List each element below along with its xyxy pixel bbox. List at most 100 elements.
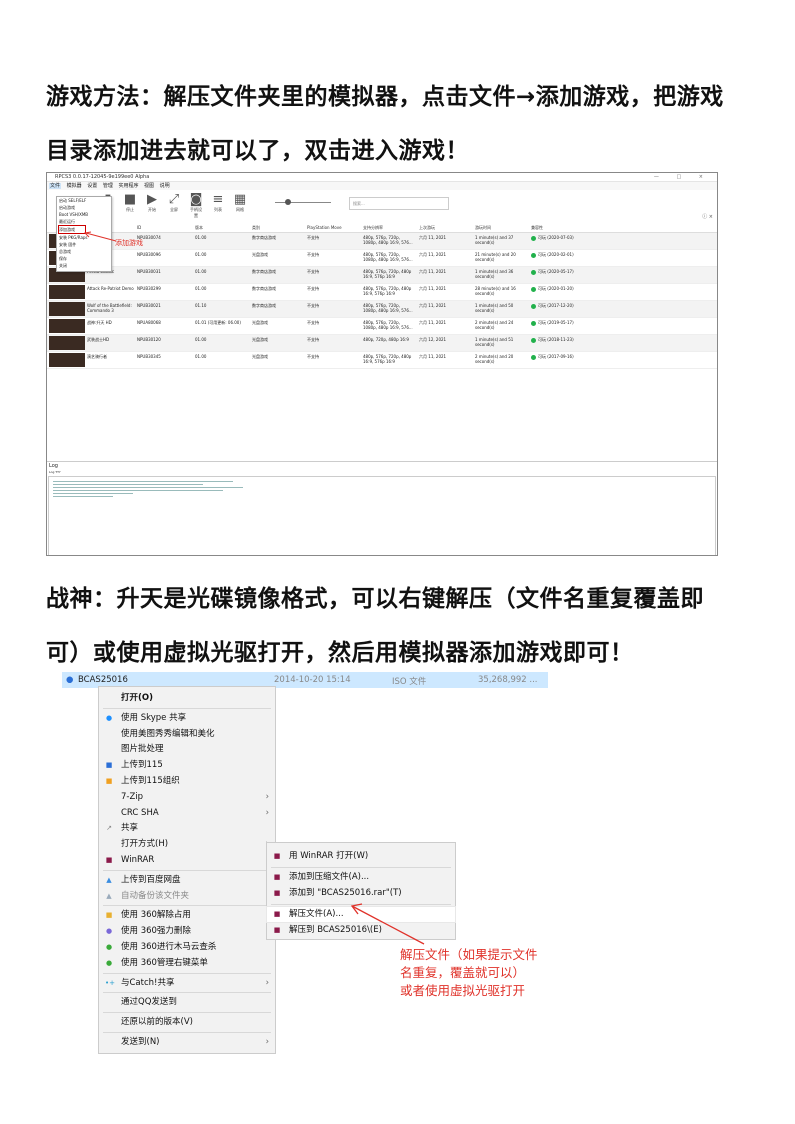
- menu-view[interactable]: 视图: [144, 183, 154, 189]
- menu-manage[interactable]: 管理: [103, 183, 113, 189]
- context-menu-item[interactable]: 打开方式(H)›: [99, 837, 275, 852]
- cell-ver: 01.00: [195, 269, 207, 274]
- log-title: Log: [49, 463, 58, 469]
- menu-item-icon: ■: [105, 856, 113, 864]
- panel-close-icon[interactable]: ⓘ ×: [702, 213, 713, 220]
- slider-handle[interactable]: [285, 199, 291, 205]
- menu-file[interactable]: 文件: [49, 183, 62, 189]
- context-menu-item[interactable]: 使用美图秀秀编辑和美化: [99, 727, 275, 742]
- menu-item[interactable]: 启动游戏: [59, 204, 111, 211]
- column-header[interactable]: PlayStation Move: [307, 225, 342, 230]
- context-menu-item[interactable]: ● 使用 360强力删除: [99, 924, 275, 939]
- table-row[interactable]: 演艺骑行者 NPUB30345 01.00 光盘游戏 不支持 480p, 576p, 72…: [47, 352, 717, 369]
- context-menu-item[interactable]: ■ 上传到115组织: [99, 774, 275, 789]
- table-row[interactable]: Attack Re-Patriot Demo NPUB30299 01.00 数字商店…: [47, 284, 717, 301]
- context-menu-item[interactable]: ● 使用 360进行木马云查杀: [99, 940, 275, 955]
- table-row[interactable]: StrikeNPUB3007401.00数字商店游戏不支持480p, 576p,…: [47, 233, 717, 250]
- table-row[interactable]: 武装战士HD NPUB30120 01.00 光盘游戏 不支持 480p, 720p, 4…: [47, 335, 717, 352]
- context-menu-item[interactable]: 打开(O): [99, 691, 275, 706]
- column-header[interactable]: 类别: [252, 225, 260, 230]
- cell-compat: 可玩 (2018-11-23): [531, 337, 574, 343]
- rpcs3-title: RPCS3 0.0.17-12045-9e199ee0 Alpha: [55, 174, 150, 180]
- context-menu-item[interactable]: CRC SHA ›: [99, 806, 275, 821]
- menu-item-label: 上传到115组织: [121, 776, 180, 786]
- cell-time: 1 minute(s) and 50 second(s): [475, 303, 514, 313]
- fullscreen-button[interactable]: ⤢ 全屏: [167, 193, 181, 213]
- column-header[interactable]: 游玩时间: [475, 225, 491, 230]
- list-view-button[interactable]: ≡ 列表: [211, 193, 225, 213]
- cell-time: 1 minute(s) and 36 second(s): [475, 269, 514, 279]
- menu-settings[interactable]: 设置: [87, 183, 97, 189]
- note-line: 名重复，覆盖就可以）: [400, 965, 526, 980]
- compat-status-icon: [531, 320, 536, 326]
- menu-item-label: 使用 360进行木马云查杀: [121, 942, 217, 952]
- table-row[interactable]: 战神:升天 HD NPUA80068 01.01 (可用更新: 06.00) 光盘游戏…: [47, 318, 717, 335]
- cell-id: NPUB30096: [137, 252, 161, 257]
- menu-item-label: 与Catch!共享: [121, 977, 175, 988]
- toolbar-label: 列表: [214, 207, 222, 212]
- menu-emulator[interactable]: 模拟器: [67, 183, 82, 189]
- context-menu-item[interactable]: ● 使用 360管理右键菜单: [99, 956, 275, 971]
- log-line: [53, 496, 113, 497]
- compat-text: 可玩 (2017-12-20): [538, 303, 574, 308]
- table-row[interactable]: Persia ClassicNPUB3003101.00数字商店游戏不支持480…: [47, 267, 717, 284]
- submenu-item[interactable]: ■ 添加到压缩文件(A)...: [267, 870, 455, 885]
- context-menu-item[interactable]: ■WinRAR›: [99, 853, 275, 868]
- context-menu-item[interactable]: ▲ 自动备份该文件夹: [99, 889, 275, 904]
- grid-view-button[interactable]: ▦ 网格: [233, 193, 247, 213]
- winrar-icon: ■: [273, 872, 281, 881]
- menu-item[interactable]: 最近运行: [59, 218, 111, 225]
- log-tabs[interactable]: Log TTY: [47, 470, 717, 475]
- context-menu: 打开(O) ● 使用 Skype 共享 使用美图秀秀编辑和美化 图片批处理 ■ 上传到115…: [98, 686, 276, 1054]
- column-header[interactable]: 支持分辨率: [363, 225, 383, 230]
- context-menu-item[interactable]: 7-Zip ›: [99, 790, 275, 805]
- menu-utilities[interactable]: 实用程序: [118, 183, 138, 189]
- context-menu-item[interactable]: 还原以前的版本(V): [99, 1015, 275, 1030]
- column-header[interactable]: 兼容性: [531, 225, 543, 230]
- start-button[interactable]: ▶ 开始: [145, 193, 159, 213]
- context-menu-item[interactable]: 发送到(N) ›: [99, 1035, 275, 1050]
- cell-name: 战神:升天 HD: [87, 320, 112, 325]
- compat-status-icon: [531, 252, 536, 258]
- compat-text: 可玩 (2019-05-17): [538, 320, 574, 325]
- context-menu-item[interactable]: ↗ 共享: [99, 821, 275, 836]
- cell-id: NPUB30074: [137, 235, 161, 240]
- context-menu-item[interactable]: •+ 与Catch!共享 ›: [99, 976, 275, 991]
- cell-name: Attack Re-Patriot Demo: [87, 286, 134, 291]
- column-header[interactable]: ID: [137, 225, 141, 230]
- log-panel: Log Log TTY: [47, 461, 717, 555]
- menu-item[interactable]: 启动 SELF/ELF: [59, 197, 111, 204]
- cell-res: 480p, 576p, 720p, 1080p, 480p 16:9, 576.…: [363, 320, 413, 330]
- menu-item[interactable]: 关闭: [59, 262, 111, 269]
- context-menu-item[interactable]: 通过QQ发送到: [99, 995, 275, 1010]
- cell-id: NPUA80068: [137, 320, 161, 325]
- menu-item[interactable]: 保存: [59, 255, 111, 262]
- menu-item[interactable]: 总游戏: [59, 248, 111, 255]
- table-row[interactable]: pc UprisingNPUB3009601.00光盘游戏不支持480p, 57…: [47, 250, 717, 267]
- menu-item[interactable]: Boot VSH/XMB: [59, 211, 111, 218]
- menu-item-label: 打开方式(H): [121, 839, 169, 850]
- compat-text: 可玩 (2017-09-16): [538, 354, 574, 359]
- menu-help[interactable]: 说明: [160, 183, 170, 189]
- fullscreen-icon: ⤢: [168, 192, 180, 207]
- column-header[interactable]: 版本: [195, 225, 203, 230]
- window-controls[interactable]: — □ ×: [654, 173, 711, 181]
- context-menu-item[interactable]: ● 使用 Skype 共享: [99, 711, 275, 726]
- pad-settings-button[interactable]: ◙ 手柄设置: [189, 193, 203, 219]
- submenu-item-label: 添加到压缩文件(A)...: [289, 871, 370, 882]
- instruction-line: 游戏方法：解压文件夹里的模拟器，点击文件→添加游戏，把游戏: [46, 84, 724, 110]
- context-menu-item[interactable]: ▲ 上传到百度网盘: [99, 873, 275, 888]
- context-menu-item[interactable]: 图片批处理: [99, 742, 275, 757]
- icon-size-slider[interactable]: [275, 202, 331, 203]
- stop-button[interactable]: ■ 停止: [123, 193, 137, 213]
- menu-separator: [103, 869, 271, 871]
- context-menu-item[interactable]: ■ 上传到115: [99, 758, 275, 773]
- cell-ver: 01.00: [195, 235, 207, 240]
- table-row[interactable]: Wolf of the Battlefield: Commando 3 NPUB3…: [47, 301, 717, 318]
- context-menu-item[interactable]: ■ 使用 360解除占用: [99, 908, 275, 923]
- gamepad-icon: ◙: [189, 192, 203, 207]
- column-header[interactable]: 上次游玩: [419, 225, 435, 230]
- search-input[interactable]: 搜索...: [349, 197, 449, 210]
- winrar-icon: ■: [273, 889, 281, 897]
- submenu-item[interactable]: ■ 用 WinRAR 打开(W): [267, 849, 455, 864]
